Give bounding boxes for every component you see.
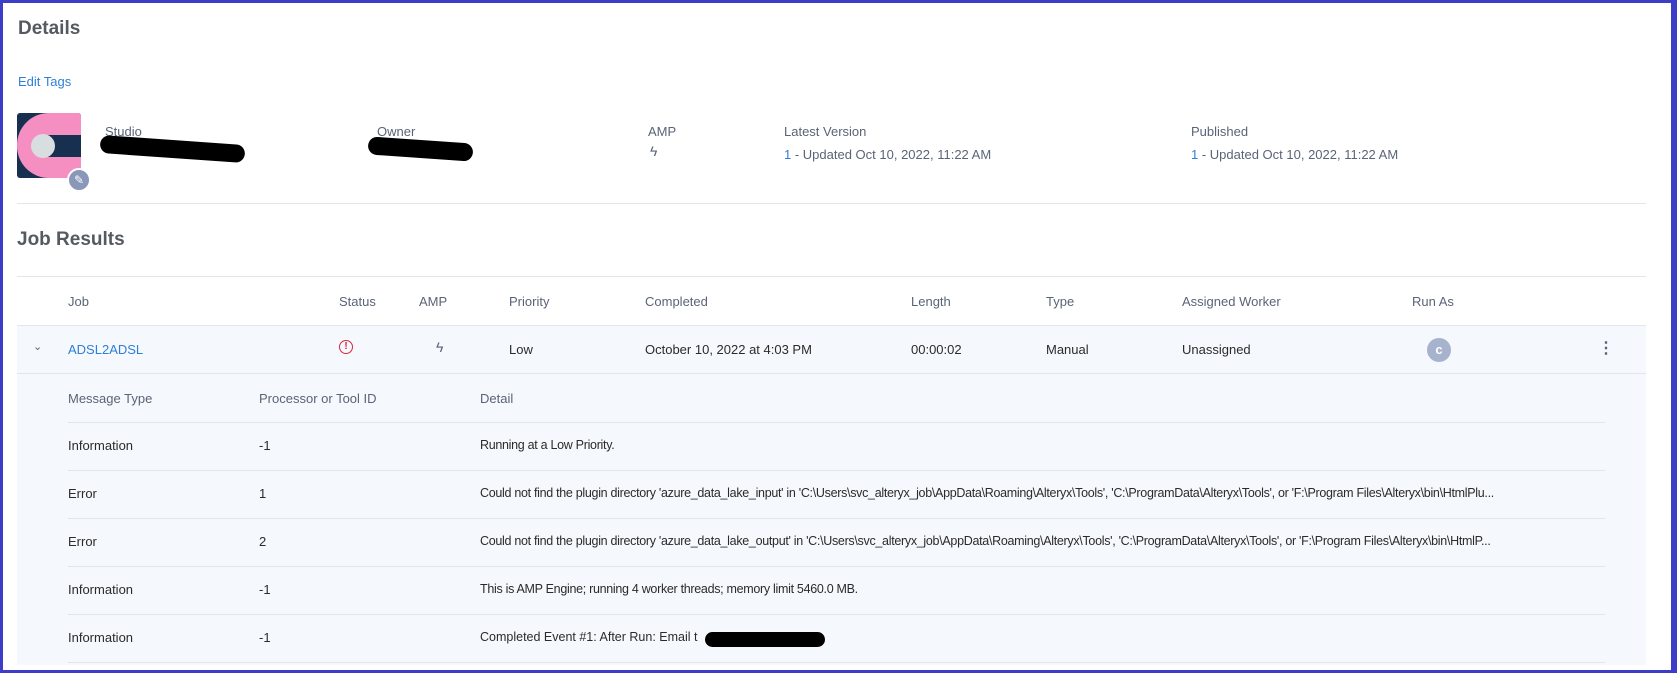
length-value: 00:00:02 [911,342,962,357]
msg-id: -1 [259,630,271,645]
completed-value: October 10, 2022 at 4:03 PM [645,342,812,357]
type-value: Manual [1046,342,1089,357]
msg-line [68,422,1605,423]
published-text: - Updated Oct 10, 2022, 11:22 AM [1198,147,1399,162]
latest-version-label: Latest Version [784,124,867,139]
msg-id: -1 [259,438,271,453]
col-status: Status [339,294,376,309]
msg-id: 1 [259,486,267,501]
msg-col-id: Processor or Tool ID [259,391,377,406]
worker-value: Unassigned [1182,342,1251,357]
row-line [17,373,1646,374]
amp-bolt-icon: ϟ [436,339,444,355]
run-as-avatar: c [1427,338,1451,362]
more-options-kebab-icon[interactable]: ⋮ [1598,338,1614,358]
job-link[interactable]: ADSL2ADSL [68,342,143,357]
divider [17,203,1646,204]
edit-logo-pencil-icon[interactable]: ✎ [67,168,91,192]
msg-detail: Could not find the plugin directory 'azu… [480,486,1494,500]
amp-bolt-icon: ϟ [650,143,658,159]
workflow-logo [17,113,81,178]
job-results-title: Job Results [17,229,125,250]
msg-line [68,566,1605,567]
msg-type: Error [68,486,97,501]
table-top-line [17,276,1646,277]
msg-type: Error [68,534,97,549]
priority-value: Low [509,342,533,357]
msg-id: -1 [259,582,271,597]
msg-line [68,662,1605,663]
col-priority: Priority [509,294,550,309]
col-length: Length [911,294,951,309]
col-type: Type [1046,294,1075,309]
amp-label: AMP [648,124,677,139]
msg-type: Information [68,630,134,645]
latest-version-text: - Updated Oct 10, 2022, 11:22 AM [791,147,992,162]
msg-line [68,614,1605,615]
msg-detail: Running at a Low Priority. [480,438,615,452]
col-job: Job [68,294,89,309]
col-amp: AMP [419,294,448,309]
msg-line [68,470,1605,471]
msg-line [68,518,1605,519]
msg-id: 2 [259,534,267,549]
msg-col-type: Message Type [68,391,153,406]
row-line [17,325,1646,326]
details-title: Details [18,18,81,39]
msg-type: Information [68,438,134,453]
msg-col-detail: Detail [480,391,514,406]
chevron-down-icon[interactable]: ⌄ [33,340,42,353]
col-run-as: Run As [1412,294,1454,309]
col-completed: Completed [645,294,708,309]
msg-detail: Could not find the plugin directory 'azu… [480,534,1491,548]
col-assigned-worker: Assigned Worker [1182,294,1281,309]
published-label: Published [1191,124,1249,139]
edit-tags-link[interactable]: Edit Tags [18,74,71,89]
email-redacted [705,632,825,647]
error-status-icon: ! [339,340,353,354]
msg-detail: This is AMP Engine; running 4 worker thr… [480,582,858,596]
msg-type: Information [68,582,134,597]
msg-detail: Completed Event #1: After Run: Email t [480,630,698,644]
